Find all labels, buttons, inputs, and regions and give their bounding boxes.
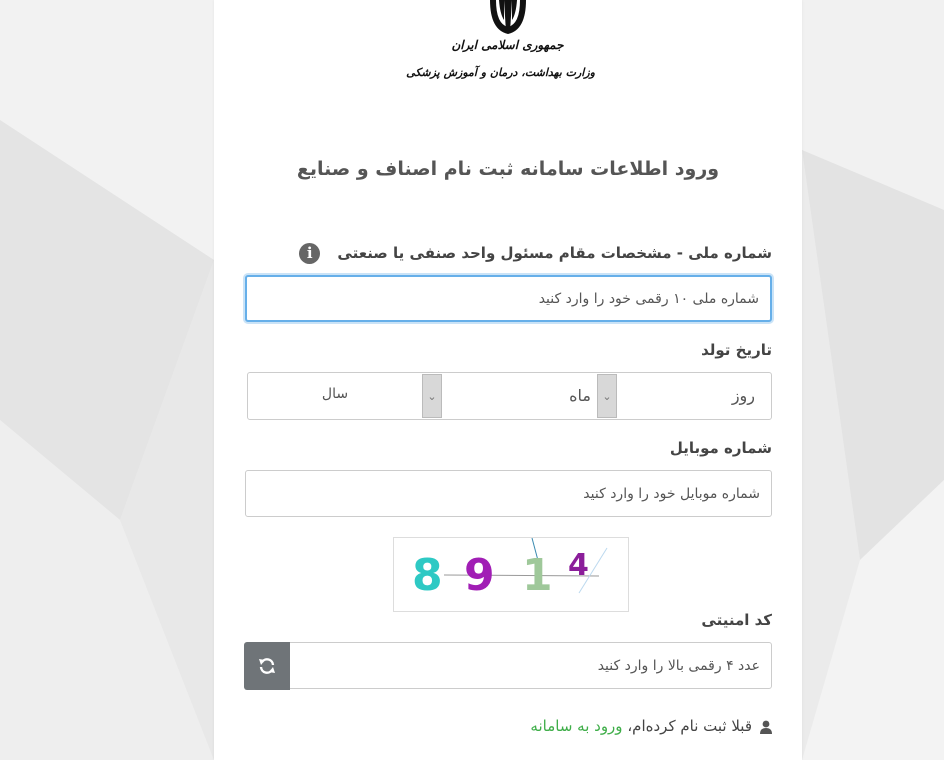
- refresh-captcha-button[interactable]: [244, 642, 290, 690]
- logo-text-line1: جمهوری اسلامی ایران: [451, 38, 564, 52]
- captcha-digit: 8: [412, 550, 443, 601]
- year-select[interactable]: ⌄ سال: [248, 373, 442, 419]
- refresh-icon: [259, 658, 275, 674]
- birth-date-group: روز ⌄ ماه ⌄ سال: [247, 372, 772, 420]
- year-select-value: سال: [321, 386, 349, 402]
- captcha-input[interactable]: [289, 642, 772, 689]
- day-select[interactable]: روز: [616, 373, 771, 419]
- already-registered: قبلا ثبت نام کرده‌ام، ورود به سامانه: [530, 717, 772, 735]
- already-registered-text: قبلا ثبت نام کرده‌ام،: [627, 717, 752, 735]
- birth-date-label: تاریخ تولد: [701, 341, 772, 359]
- captcha-digit: 9: [464, 550, 495, 601]
- national-id-input[interactable]: [245, 275, 772, 322]
- ministry-logo: جمهوری اسلامی ایران وزارت بهداشت، درمان …: [406, 0, 595, 92]
- captcha-digit: 1: [522, 550, 553, 601]
- captcha-label: کد امنیتی: [701, 611, 772, 629]
- day-select-value: روز: [731, 386, 755, 405]
- mobile-input[interactable]: [245, 470, 772, 517]
- login-link[interactable]: ورود به سامانه: [530, 717, 622, 735]
- chevron-down-icon[interactable]: ⌄: [422, 374, 442, 418]
- logo-text-line2: وزارت بهداشت، درمان و آموزش پزشکی: [406, 66, 595, 79]
- month-select-value: ماه: [569, 386, 591, 405]
- mobile-label: شماره موبایل: [669, 439, 772, 457]
- national-id-label-text: شماره ملی - مشخصات مقام مسئول واحد صنفی …: [337, 244, 772, 262]
- national-id-label: شماره ملی - مشخصات مقام مسئول واحد صنفی …: [299, 243, 772, 264]
- month-select[interactable]: ⌄ ماه: [442, 373, 617, 419]
- captcha-image: 8 9 1 4: [393, 537, 629, 612]
- chevron-down-icon[interactable]: ⌄: [597, 374, 617, 418]
- user-icon: [760, 720, 772, 734]
- captcha-digit: 4: [568, 548, 589, 583]
- info-icon[interactable]: i: [299, 243, 321, 264]
- page-title: ورود اطلاعات سامانه ثبت نام اصناف و صنای…: [296, 158, 720, 180]
